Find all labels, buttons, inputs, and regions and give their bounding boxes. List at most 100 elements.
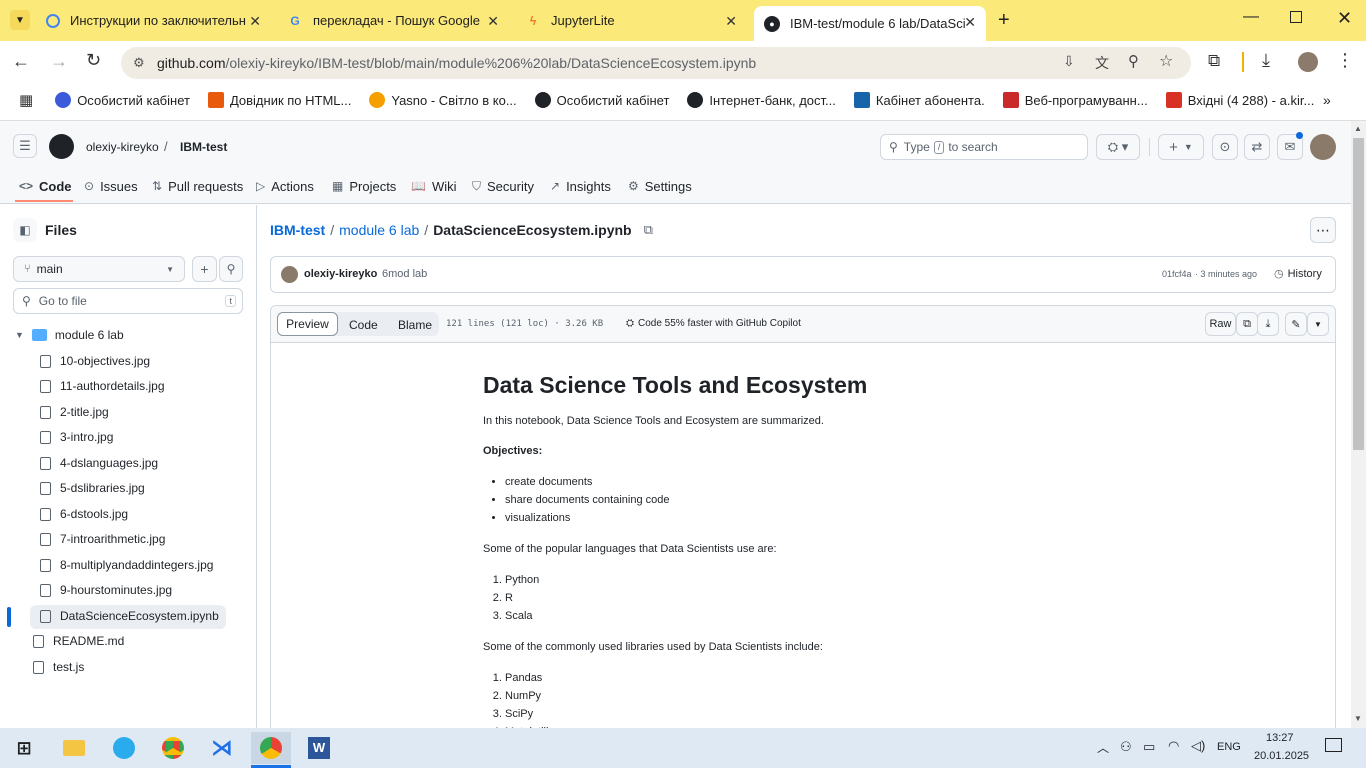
reload-icon[interactable]: ↻ (86, 50, 101, 71)
extensions-icon[interactable]: ⧉ (1208, 51, 1220, 71)
file-item[interactable]: test.js (33, 657, 84, 677)
tab-search-button[interactable]: ▼ (10, 10, 30, 30)
bookmark[interactable]: Особистий кабінет (55, 92, 190, 108)
tab-security[interactable]: ⛉ Security (472, 177, 534, 195)
star-icon[interactable]: ☆ (1159, 51, 1173, 71)
forward-icon[interactable]: → (50, 51, 68, 72)
pull-requests-icon[interactable]: ⇄ (1244, 134, 1270, 160)
raw-button[interactable]: Raw (1205, 312, 1236, 336)
file-item[interactable]: 3-intro.jpg (40, 427, 113, 447)
bookmark[interactable]: Вхідні (4 288) - a.kir... (1165, 92, 1314, 108)
battery-icon[interactable]: ▭ (1143, 739, 1155, 755)
bookmark[interactable]: Довідник по HTML... (207, 92, 351, 108)
tab-insights[interactable]: ↗ Insights (550, 177, 611, 195)
notification-center-icon[interactable] (1325, 738, 1342, 752)
more-bookmarks-icon[interactable]: » (1323, 92, 1331, 108)
clock-date[interactable]: 20.01.2025 (1254, 750, 1309, 762)
site-info-icon[interactable]: ⚙ (133, 55, 145, 71)
copilot-promo[interactable]: ⛭ Code 55% faster with GitHub Copilot (626, 318, 801, 329)
chrome-icon[interactable] (157, 732, 189, 764)
menu-icon[interactable]: ☰ (13, 134, 37, 158)
author-avatar[interactable] (281, 266, 298, 283)
go-to-file-input[interactable]: ⚲ Go to file t (13, 288, 243, 314)
create-new-button[interactable]: + ▼ (1158, 134, 1204, 160)
file-item[interactable]: 6-dstools.jpg (40, 504, 128, 524)
bookmark[interactable]: Особистий кабінет (534, 92, 669, 108)
file-item[interactable]: 11-authordetails.jpg (40, 376, 165, 396)
chrome-menu-icon[interactable]: ⋮ (1336, 50, 1354, 71)
language-indicator[interactable]: ENG (1217, 741, 1241, 753)
copilot-button[interactable]: ⛭ ▾ (1096, 134, 1140, 160)
file-item[interactable]: 7-introarithmetic.jpg (40, 529, 165, 549)
repo-name-link[interactable]: IBM-test (180, 140, 227, 154)
file-item[interactable]: 2-title.jpg (40, 402, 109, 422)
close-icon[interactable]: ✕ (487, 13, 499, 30)
new-tab-button[interactable]: + (998, 9, 1010, 32)
bookmark[interactable]: Yasno - Світло в ко... (369, 92, 517, 108)
clock-time[interactable]: 13:27 (1266, 732, 1294, 744)
breadcrumb-folder-link[interactable]: module 6 lab (339, 222, 419, 238)
back-icon[interactable]: ← (12, 51, 30, 72)
file-item[interactable]: 8-multiplyandaddintegers.jpg (40, 555, 213, 575)
downloads-icon[interactable]: ⤓ (1262, 50, 1270, 71)
close-icon[interactable]: ✕ (725, 13, 737, 30)
commit-message[interactable]: 6mod lab (382, 268, 427, 280)
tab-blame[interactable]: Blame (398, 318, 432, 332)
scrollbar-thumb[interactable] (1353, 138, 1364, 450)
restore-icon[interactable] (1290, 11, 1302, 23)
bookmark[interactable]: Кабінет абонента. (853, 92, 985, 108)
translate-icon[interactable]: 文 (1095, 53, 1109, 73)
tray-app-icon[interactable]: ⚇ (1120, 739, 1132, 755)
commit-author[interactable]: olexiy-kireyko (304, 268, 377, 280)
close-icon[interactable]: ✕ (964, 14, 976, 31)
close-window-icon[interactable]: ✕ (1337, 8, 1352, 29)
tab-wiki[interactable]: 📖 Wiki (411, 177, 457, 195)
browser-tab[interactable]: ϟ JupyterLite ✕ (525, 0, 747, 41)
tab-actions[interactable]: ▷ Actions (256, 177, 314, 195)
wifi-icon[interactable]: ◠ (1168, 738, 1179, 754)
tab-settings[interactable]: ⚙ Settings (628, 177, 692, 195)
github-logo-icon[interactable] (49, 134, 74, 159)
tab-code[interactable]: <> Code (19, 177, 72, 195)
edit-button[interactable]: ✎ (1285, 312, 1307, 336)
browser-tab-active[interactable]: ● IBM-test/module 6 lab/DataSci ✕ (754, 6, 986, 41)
bookmark[interactable]: Веб-програмуванн... (1002, 92, 1148, 108)
branch-selector[interactable]: ⑂ main ▼ (13, 256, 185, 282)
breadcrumb-repo-link[interactable]: IBM-test (270, 222, 325, 238)
copy-raw-button[interactable]: ⧉ (1236, 312, 1258, 336)
commit-sha[interactable]: 01fcf4a (1162, 269, 1192, 279)
chrome-profile-icon[interactable] (251, 732, 291, 764)
browser-tab[interactable]: G перекладач - Пошук Google ✕ (287, 0, 509, 41)
vscode-icon[interactable]: ⋊ (206, 732, 238, 764)
edit-dropdown-button[interactable]: ▼ (1307, 312, 1329, 336)
file-item[interactable]: 4-dslanguages.jpg (40, 453, 158, 473)
repo-owner-link[interactable]: olexiy-kireyko (86, 140, 159, 154)
issues-icon[interactable]: ⊙ (1212, 134, 1238, 160)
browser-tab[interactable]: Инструкции по заключительн ✕ (46, 0, 271, 41)
add-file-button[interactable]: + (192, 256, 217, 282)
close-icon[interactable]: ✕ (249, 13, 261, 30)
profile-avatar[interactable] (1298, 52, 1318, 72)
collapse-sidebar-icon[interactable]: ◧ (13, 218, 37, 242)
file-explorer-icon[interactable] (58, 732, 90, 764)
telegram-icon[interactable] (108, 732, 140, 764)
file-item[interactable]: DataScienceEcosystem.ipynb (40, 606, 219, 626)
file-item[interactable]: 10-objectives.jpg (40, 351, 150, 371)
windows-start-icon[interactable]: ⊞ (8, 732, 40, 764)
zoom-icon[interactable]: ⚲ (1128, 52, 1139, 70)
copy-path-icon[interactable]: ⧉ (644, 222, 653, 238)
download-button[interactable]: ⤓ (1257, 312, 1279, 336)
tab-code-view[interactable]: Code (349, 318, 378, 332)
folder-item[interactable]: ▼ module 6 lab (15, 325, 124, 345)
avatar[interactable] (1310, 134, 1336, 160)
tab-projects[interactable]: ▦ Projects (332, 177, 396, 195)
minimize-icon[interactable]: — (1243, 8, 1259, 26)
history-link[interactable]: ◷ History (1274, 267, 1322, 281)
file-item[interactable]: 5-dslibraries.jpg (40, 478, 145, 498)
file-item[interactable]: 9-hourstominutes.jpg (40, 580, 172, 600)
tab-pull-requests[interactable]: ⇅ Pull requests (152, 177, 243, 195)
apps-icon[interactable]: ▦ (19, 91, 33, 109)
tray-chevron-icon[interactable]: ︿ (1097, 739, 1109, 756)
search-input[interactable]: ⚲ Type / to search (880, 134, 1088, 160)
file-item[interactable]: README.md (33, 631, 124, 651)
